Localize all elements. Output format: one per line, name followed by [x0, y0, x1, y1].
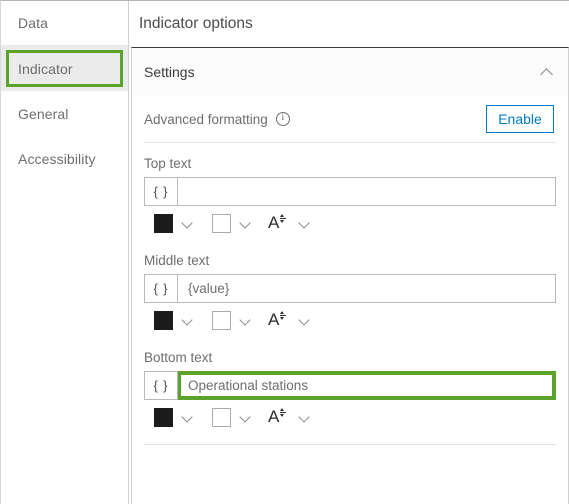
background-color-swatch[interactable] — [212, 407, 231, 427]
enable-advanced-formatting-button[interactable]: Enable — [486, 105, 554, 133]
chevron-up-icon[interactable] — [541, 66, 554, 79]
background-color-swatch[interactable] — [212, 310, 231, 330]
indicator-options-window: Data Indicator General Accessibility Ind… — [0, 0, 569, 504]
panel-title-text: Indicator options — [139, 15, 253, 32]
font-size-bar — [279, 314, 286, 316]
chevron-down-icon[interactable] — [178, 214, 196, 232]
chevron-down-icon[interactable] — [295, 214, 313, 232]
top-text-input-row: { } — [144, 177, 556, 206]
settings-section-header[interactable]: Settings — [132, 48, 568, 96]
font-size-icon[interactable]: A — [268, 407, 290, 427]
bottom-divider — [144, 444, 556, 445]
font-size-bar — [279, 217, 286, 219]
options-panel: Indicator options Settings Advanced form… — [129, 1, 569, 504]
top-text-expression-button[interactable]: { } — [144, 177, 178, 206]
text-color-swatch[interactable] — [154, 213, 173, 233]
panel-title: Indicator options — [129, 1, 569, 47]
bottom-text-input[interactable] — [178, 371, 556, 400]
top-text-field-group: Top text { } A — [132, 143, 568, 240]
top-text-format-row: A — [144, 206, 556, 240]
sidebar-item-general[interactable]: General — [1, 91, 128, 136]
advanced-formatting-label: Advanced formatting — [144, 111, 268, 127]
bottom-text-format-row: A — [144, 400, 556, 434]
top-text-input[interactable] — [178, 177, 556, 206]
chevron-down-icon[interactable] — [295, 311, 313, 329]
bottom-text-label: Bottom text — [144, 350, 213, 365]
font-size-glyph: A — [268, 310, 280, 329]
font-size-glyph: A — [268, 213, 280, 232]
advanced-formatting-row: Advanced formatting i Enable — [132, 96, 568, 142]
text-color-swatch[interactable] — [154, 407, 173, 427]
bottom-text-input-row: { } — [144, 371, 556, 400]
chevron-down-icon[interactable] — [295, 408, 313, 426]
text-color-swatch[interactable] — [154, 310, 173, 330]
sidebar-item-label: Accessibility — [18, 150, 96, 167]
settings-sidebar: Data Indicator General Accessibility — [1, 1, 129, 504]
middle-text-input[interactable] — [178, 274, 556, 303]
font-size-bar — [279, 411, 286, 413]
settings-card: Settings Advanced formatting i Enable To… — [131, 47, 569, 504]
sidebar-item-label: Indicator — [18, 60, 73, 77]
chevron-down-icon[interactable] — [236, 311, 254, 329]
background-color-swatch[interactable] — [212, 213, 231, 233]
font-size-glyph: A — [268, 407, 280, 426]
settings-section-title: Settings — [144, 64, 195, 80]
chevron-down-icon[interactable] — [178, 311, 196, 329]
font-size-icon[interactable]: A — [268, 310, 290, 330]
middle-text-input-row: { } — [144, 274, 556, 303]
sidebar-item-indicator[interactable]: Indicator — [1, 46, 128, 91]
chevron-down-icon[interactable] — [236, 408, 254, 426]
info-icon[interactable]: i — [275, 112, 290, 126]
font-size-icon[interactable]: A — [268, 213, 290, 233]
sidebar-item-accessibility[interactable]: Accessibility — [1, 136, 128, 181]
top-text-label: Top text — [144, 156, 192, 171]
sidebar-item-label: General — [18, 105, 69, 122]
bottom-text-expression-button[interactable]: { } — [144, 371, 178, 400]
middle-text-expression-button[interactable]: { } — [144, 274, 178, 303]
sidebar-item-data[interactable]: Data — [1, 1, 128, 46]
sidebar-item-label: Data — [18, 15, 48, 31]
middle-text-field-group: Middle text { } A — [132, 240, 568, 337]
middle-text-label: Middle text — [144, 253, 210, 268]
chevron-down-icon[interactable] — [236, 214, 254, 232]
chevron-down-icon[interactable] — [178, 408, 196, 426]
bottom-text-field-group: Bottom text { } A — [132, 337, 568, 434]
middle-text-format-row: A — [144, 303, 556, 337]
